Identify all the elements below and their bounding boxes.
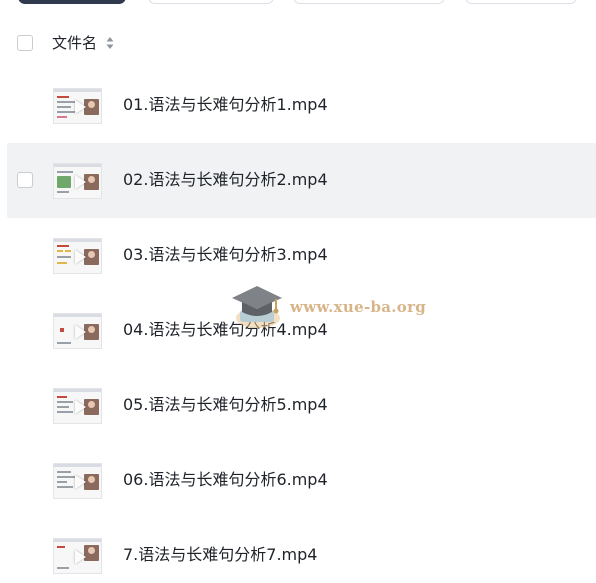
column-header-filename[interactable]: 文件名 — [52, 33, 97, 53]
file-name[interactable]: 05.语法与长难句分析5.mp4 — [123, 394, 328, 416]
video-thumbnail[interactable] — [53, 463, 102, 499]
file-name[interactable]: 04.语法与长难句分析4.mp4 — [123, 319, 328, 341]
row-checkbox[interactable] — [17, 172, 33, 188]
file-row[interactable]: 02.语法与长难句分析2.mp4 — [7, 143, 596, 218]
file-browser: 文件名 01.语法与长难句分析1.mp4 02.语法与长难句分析2.mp4 03… — [0, 0, 596, 583]
sort-icon[interactable] — [106, 36, 114, 50]
file-list: 01.语法与长难句分析1.mp4 02.语法与长难句分析2.mp4 03.语法与… — [0, 68, 596, 583]
file-name[interactable]: 02.语法与长难句分析2.mp4 — [123, 169, 328, 191]
file-name[interactable]: 7.语法与长难句分析7.mp4 — [123, 544, 317, 566]
play-icon — [75, 400, 86, 414]
play-icon — [75, 175, 86, 189]
file-row[interactable]: 06.语法与长难句分析6.mp4 — [0, 443, 596, 518]
file-row[interactable]: 05.语法与长难句分析5.mp4 — [0, 368, 596, 443]
toolbar-button-4[interactable] — [465, 0, 577, 4]
file-list-header: 文件名 — [0, 25, 596, 63]
play-icon — [75, 100, 86, 114]
toolbar-button-3[interactable] — [293, 0, 445, 4]
toolbar-button-2[interactable] — [148, 0, 274, 4]
select-all-checkbox[interactable] — [17, 35, 33, 51]
play-icon — [75, 325, 86, 339]
video-thumbnail[interactable] — [53, 163, 102, 199]
file-name[interactable]: 03.语法与长难句分析3.mp4 — [123, 244, 328, 266]
play-icon — [75, 250, 86, 264]
file-row[interactable]: 01.语法与长难句分析1.mp4 — [0, 68, 596, 143]
video-thumbnail[interactable] — [53, 238, 102, 274]
file-row[interactable]: 03.语法与长难句分析3.mp4 — [0, 218, 596, 293]
toolbar-primary-button[interactable] — [18, 0, 126, 4]
play-icon — [75, 475, 86, 489]
video-thumbnail[interactable] — [53, 538, 102, 574]
video-thumbnail[interactable] — [53, 88, 102, 124]
play-icon — [75, 550, 86, 564]
file-name[interactable]: 01.语法与长难句分析1.mp4 — [123, 94, 328, 116]
file-row[interactable]: 7.语法与长难句分析7.mp4 — [0, 518, 596, 583]
file-name[interactable]: 06.语法与长难句分析6.mp4 — [123, 469, 328, 491]
video-thumbnail[interactable] — [53, 388, 102, 424]
video-thumbnail[interactable] — [53, 313, 102, 349]
file-row[interactable]: 04.语法与长难句分析4.mp4 — [0, 293, 596, 368]
